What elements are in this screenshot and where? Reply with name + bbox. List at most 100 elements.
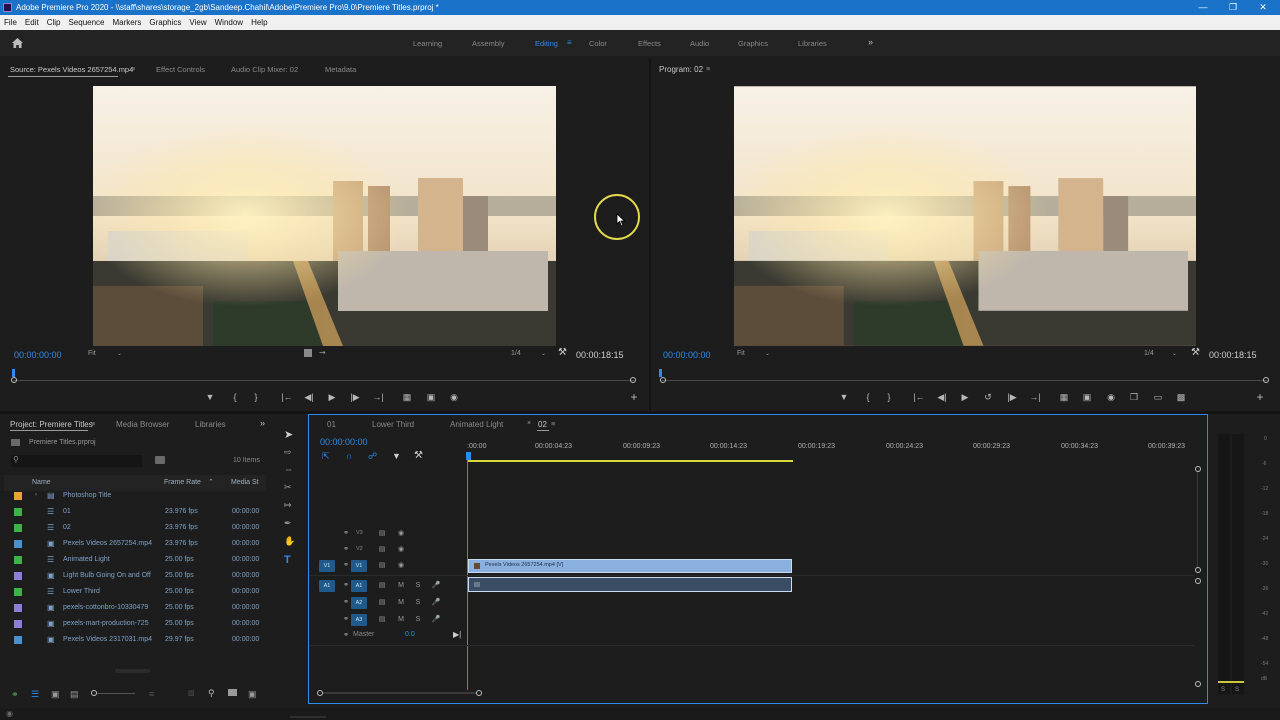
tab-project[interactable]: Project: Premiere Titles [10, 420, 93, 429]
label-color-swatch[interactable] [14, 572, 22, 580]
program-tab-menu-icon[interactable]: ≡ [706, 64, 710, 73]
tab-sequence-01[interactable]: 01 [327, 420, 336, 429]
home-icon[interactable] [11, 37, 24, 49]
tab-sequence-animated-light[interactable]: Animated Light [450, 420, 503, 429]
source-fit-select[interactable]: Fit [88, 350, 96, 357]
project-tab-menu-icon[interactable]: ≡ [91, 419, 95, 428]
program-extract-icon[interactable]: ▣ [1080, 392, 1094, 403]
program-playhead-timecode[interactable]: 00:00:00:00 [663, 350, 711, 360]
program-comparison-view-icon[interactable]: ❐ [1127, 392, 1141, 403]
project-search-input[interactable]: ⚲ [11, 455, 142, 467]
zoom-slider-track[interactable] [97, 693, 135, 694]
add-marker-icon[interactable]: ▼ [392, 451, 401, 461]
program-video-frame[interactable] [734, 86, 1196, 346]
label-color-swatch[interactable] [14, 620, 22, 628]
insert-as-nest-icon[interactable]: ⇱ [322, 451, 330, 462]
tab-program[interactable]: Program: 02 [659, 65, 703, 74]
toggle-sync-lock-icon[interactable]: ▤ [377, 561, 387, 571]
workspace-effects[interactable]: Effects [638, 39, 661, 48]
tab-source[interactable]: Source: Pexels Videos 2657254.mp4 [10, 65, 133, 74]
menu-graphics[interactable]: Graphics [145, 15, 185, 30]
label-color-swatch[interactable] [14, 524, 22, 532]
minimize-button[interactable]: — [1188, 0, 1218, 15]
go-to-next-edit-icon[interactable]: ▶| [453, 630, 461, 639]
voice-over-record-icon[interactable]: 🎤 [431, 581, 441, 591]
program-resolution-select[interactable]: 1/4 [1144, 350, 1154, 357]
program-playhead[interactable] [659, 369, 662, 377]
toggle-track-lock-icon[interactable]: ⚭ [341, 598, 351, 608]
source-export-frame-icon[interactable]: ◉ [447, 392, 461, 403]
menu-edit[interactable]: Edit [21, 15, 43, 30]
toggle-sync-lock-icon[interactable]: ▤ [377, 598, 387, 608]
solo-track-button[interactable]: S [413, 615, 423, 625]
source-play-icon[interactable]: ▶ [325, 392, 339, 403]
program-export-frame-icon[interactable]: ◉ [1104, 392, 1118, 403]
source-patch-a1[interactable]: A1 [319, 580, 335, 592]
close-tab-icon[interactable]: × [527, 420, 531, 427]
razor-tool-icon[interactable]: ✂ [284, 482, 292, 493]
column-name[interactable]: Name [32, 479, 51, 486]
label-color-swatch[interactable] [14, 636, 22, 644]
source-insert-icon[interactable]: ▦ [400, 392, 414, 403]
toggle-track-lock-icon[interactable]: ⚭ [341, 529, 351, 539]
workspace-color[interactable]: Color [589, 39, 607, 48]
program-zoom-handle-left[interactable] [660, 377, 666, 383]
source-zoom-handle-left[interactable] [11, 377, 17, 383]
audio-clip-a1[interactable] [468, 577, 792, 592]
label-color-swatch[interactable] [14, 540, 22, 548]
selection-tool-icon[interactable]: ➤ [284, 428, 293, 441]
restore-button[interactable]: ❐ [1218, 0, 1248, 15]
program-safe-margins-icon[interactable]: ▭ [1151, 392, 1165, 403]
program-zoom-handle-right[interactable] [1263, 377, 1269, 383]
expand-folder-icon[interactable]: › [35, 492, 37, 498]
vertical-scroll-track[interactable] [1197, 472, 1198, 568]
source-playhead[interactable] [12, 369, 15, 377]
tab-metadata[interactable]: Metadata [325, 65, 356, 74]
project-horizontal-scrollbar[interactable] [115, 669, 150, 673]
project-item-row[interactable]: ▣ pexels-mart-production-725 25.00 fps 00:0… [4, 617, 266, 633]
lock-icon[interactable]: ⚭ [11, 689, 19, 700]
voice-over-record-icon[interactable]: 🎤 [431, 615, 441, 625]
find-icon[interactable]: ⚲ [208, 688, 215, 699]
toggle-track-lock-icon[interactable]: ⚭ [341, 545, 351, 555]
workspace-assembly[interactable]: Assembly [472, 39, 505, 48]
program-play-around-icon[interactable]: ↺ [981, 392, 995, 403]
toggle-track-lock-icon[interactable]: ⚭ [341, 561, 351, 571]
program-button-editor-icon[interactable]: + [1253, 390, 1267, 404]
project-item-row[interactable]: ▣ Pexels Videos 2657254.mp4 23.976 fps 00:0… [4, 537, 266, 553]
workspace-overflow-icon[interactable]: » [868, 37, 873, 47]
timeline-tab-menu-icon[interactable]: ≡ [551, 419, 555, 428]
project-item-row[interactable]: ☰ Animated Light 25.00 fps 00:00:00 [4, 553, 266, 569]
slip-tool-icon[interactable]: ↦ [284, 500, 292, 511]
toggle-track-output-icon[interactable]: ◉ [396, 529, 406, 539]
track-target-a2[interactable]: A2 [351, 597, 367, 609]
new-bin-icon[interactable] [228, 689, 237, 696]
source-video-frame[interactable] [93, 86, 556, 346]
tab-sequence-02[interactable]: 02 [538, 420, 547, 429]
label-color-swatch[interactable] [14, 492, 22, 500]
program-settings-wrench-icon[interactable]: ⚒ [1191, 347, 1200, 358]
program-step-back-icon[interactable]: ◀| [935, 392, 949, 403]
project-item-row[interactable]: ☰ 01 23.976 fps 00:00:00 [4, 505, 266, 521]
audio-scroll-handle[interactable] [1195, 578, 1201, 584]
program-fit-dropdown-icon[interactable]: ⌄ [765, 350, 770, 357]
vertical-scroll-handle-bottom[interactable] [1195, 681, 1201, 687]
ripple-edit-tool-icon[interactable]: ⇔ [284, 464, 293, 474]
source-go-to-out-icon[interactable]: →| [371, 392, 385, 402]
timeline-playhead-head[interactable] [466, 452, 471, 460]
program-mark-in-icon[interactable]: { [861, 392, 875, 402]
new-search-bin-icon[interactable] [155, 456, 165, 464]
toggle-sync-lock-icon[interactable]: ▤ [377, 615, 387, 625]
source-mark-in-icon[interactable]: { [228, 392, 242, 402]
source-resolution-select[interactable]: 1/4 [511, 350, 521, 357]
source-resolution-dropdown-icon[interactable]: ⌄ [541, 350, 546, 357]
source-mark-out-icon[interactable]: } [249, 392, 263, 402]
source-zoom-handle-right[interactable] [630, 377, 636, 383]
project-item-row[interactable]: ☰ 02 23.976 fps 00:00:00 [4, 521, 266, 537]
list-view-icon[interactable]: ☰ [31, 689, 39, 700]
toggle-track-lock-icon[interactable]: ⚭ [341, 581, 351, 591]
tab-menu-icon[interactable]: ≡ [131, 64, 135, 73]
program-mark-out-icon[interactable]: } [882, 392, 896, 402]
source-drag-video-icon[interactable] [304, 349, 312, 357]
menu-clip[interactable]: Clip [43, 15, 65, 30]
